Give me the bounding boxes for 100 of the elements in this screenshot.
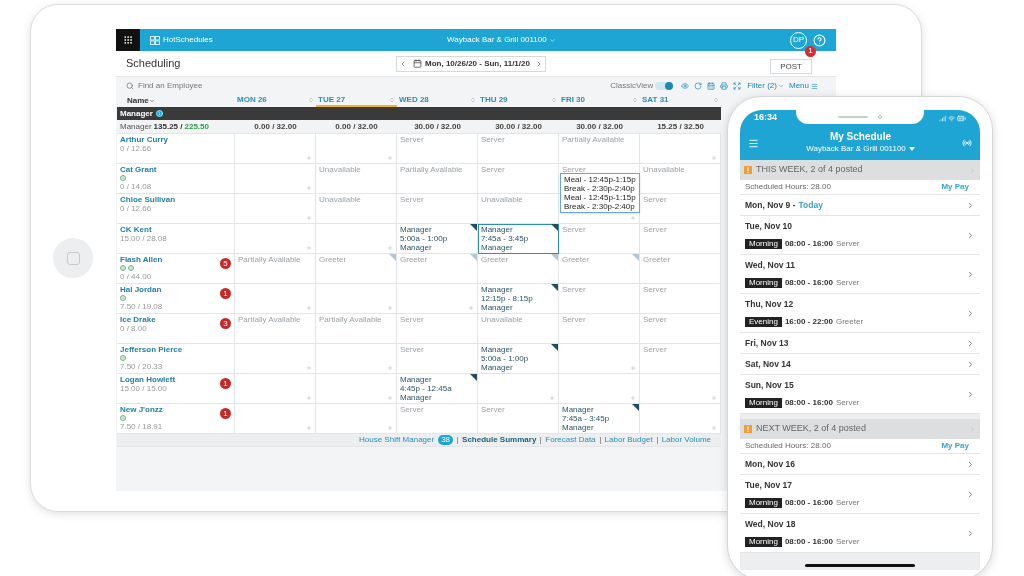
shift-period-tag: Morning xyxy=(745,536,782,547)
employee-hours: 7.50 / 18.91 xyxy=(120,422,163,431)
shift-text: Manager xyxy=(481,243,513,252)
shift-text: Server xyxy=(481,405,505,414)
employee-hours: 0 / 44.00 xyxy=(120,272,152,281)
day-date: Mon, Nov 9 - xyxy=(745,198,796,212)
shift-text: Partially Available xyxy=(238,315,301,324)
day-date: Wed, Nov 11 xyxy=(745,259,795,272)
shift-time: 16:00 - 22:00 xyxy=(784,315,833,328)
shift-text: Unavailable xyxy=(481,195,523,204)
shift-text: 5:00a - 1:00p xyxy=(481,354,529,363)
alert-badge: 1 xyxy=(220,378,231,389)
shift-role: Server xyxy=(835,496,860,509)
tooltip-line: Break - 2:30p-2:40p xyxy=(564,184,636,193)
alert-badge: 5 xyxy=(220,258,231,269)
tooltip-line: Meal - 12:45p-1:15p xyxy=(564,193,636,202)
shift-text: Greeter xyxy=(481,255,509,264)
shift-text: Server xyxy=(643,285,667,294)
shift-text: Server xyxy=(643,225,667,234)
shift-period-tag: Evening xyxy=(745,316,782,327)
shift-text: Server xyxy=(400,315,424,324)
shift-text: 12:15p - 8:15p xyxy=(481,294,533,303)
employee-hours: 7.50 / 20.33 xyxy=(120,362,163,371)
shift-period-tag: Morning xyxy=(745,277,782,288)
alert-badge: 1 xyxy=(220,408,231,419)
shift-time: 08:00 - 16:00 xyxy=(784,396,833,409)
tooltip-line: Break - 2:30p-2:40p xyxy=(564,202,636,211)
employee-hours: 0 / 12.66 xyxy=(120,144,152,153)
shift-text: Manager xyxy=(562,423,594,432)
notification-badge: 1 xyxy=(805,45,816,57)
shift-text: Server xyxy=(481,165,505,174)
shift-text: Unavailable xyxy=(643,165,685,174)
shift-text: Manager xyxy=(481,285,513,294)
toggle-label: ClassicView xyxy=(610,80,654,92)
day-date: Mon, Nov 16 xyxy=(745,457,796,471)
totals-target: 225.50 xyxy=(184,120,209,133)
phone-title: My Schedule xyxy=(829,131,892,143)
employee-hours: 0 / 8.00 xyxy=(120,324,147,333)
shift-text: Greeter xyxy=(562,255,590,264)
alert-badge: 3 xyxy=(220,318,231,329)
shift-text: Manager xyxy=(481,363,513,372)
alert-badge: 1 xyxy=(220,288,231,299)
shift-text: Server xyxy=(643,195,667,204)
shift-text: Server xyxy=(562,165,586,174)
shift-text: Server xyxy=(562,285,586,294)
day-date: Thu, Nov 12 xyxy=(745,298,794,311)
shift-text: Server xyxy=(400,405,424,414)
shift-text: 4:45p - 12:45a xyxy=(400,384,452,393)
shift-text: Partially Available xyxy=(319,315,382,324)
shift-text: Unavailable xyxy=(481,315,523,324)
shift-text: Manager xyxy=(481,345,513,354)
shift-text: Server xyxy=(400,135,424,144)
logo-text: HotSchedules xyxy=(163,34,213,46)
shift-period-tag: Morning xyxy=(745,397,782,408)
day-date: Wed, Nov 18 xyxy=(745,518,796,531)
shift-text: Manager xyxy=(562,405,594,414)
shift-text: 7:45a - 3:45p xyxy=(562,414,610,423)
shift-text: Server xyxy=(562,315,586,324)
day-date: Tue, Nov 17 xyxy=(745,479,793,492)
shift-text: Server xyxy=(400,195,424,204)
day-date: Sat, Nov 14 xyxy=(745,357,791,371)
shift-text: Manager xyxy=(400,375,432,384)
employee-hours: 0 / 12.66 xyxy=(120,204,152,213)
shift-time: 08:00 - 16:00 xyxy=(784,535,833,548)
shift-text: Server xyxy=(562,225,586,234)
shift-text: Manager xyxy=(400,225,432,234)
totals-label: Manager xyxy=(120,120,152,133)
week-title: THIS WEEK, 2 of 4 posted xyxy=(756,163,864,177)
count-badge: 38 xyxy=(438,435,454,445)
shift-role: Server xyxy=(835,396,860,409)
shift-text: Manager xyxy=(400,393,432,402)
scheduled-hours: Scheduled Hours: 28.00 xyxy=(745,181,831,193)
employee-hours: 15.00 / 15.00 xyxy=(120,384,167,393)
shift-text: Server xyxy=(643,315,667,324)
shift-text: Server xyxy=(643,345,667,354)
shift-text: Manager xyxy=(481,303,513,312)
day-date: Tue, Nov 10 xyxy=(745,220,793,233)
shift-role: Server xyxy=(835,535,860,548)
shift-role: Server xyxy=(835,276,860,289)
tooltip-line: Meal - 12:45p-1:15p xyxy=(564,175,636,184)
shift-time: 08:00 - 16:00 xyxy=(784,276,833,289)
shift-text: Partially Available xyxy=(562,135,625,144)
day-total: 30.00 / 32.00 xyxy=(414,120,461,133)
day-date: Fri, Nov 13 xyxy=(745,336,789,350)
shift-text: Greeter xyxy=(643,255,671,264)
page-title: Scheduling xyxy=(126,56,182,72)
day-total: 0.00 / 32.00 xyxy=(335,120,378,133)
status-time: 16:34 xyxy=(754,111,778,125)
shift-text: 5:00a - 1:00p xyxy=(400,234,448,243)
employee-hours: 7.50 / 19.08 xyxy=(120,302,163,311)
shift-text: Greeter xyxy=(319,255,347,264)
shift-role: Greeter xyxy=(835,315,864,328)
shift-role: Server xyxy=(835,237,860,250)
shift-text: Partially Available xyxy=(400,165,463,174)
day-total: 15.25 / 32.50 xyxy=(657,120,704,133)
shift-text: Unavailable xyxy=(319,195,361,204)
totals-hours: 135.25 / xyxy=(153,120,183,133)
today-label: Today xyxy=(798,198,823,212)
shift-text: Server xyxy=(481,135,505,144)
shift-text: 7:45a - 3:45p xyxy=(481,234,529,243)
